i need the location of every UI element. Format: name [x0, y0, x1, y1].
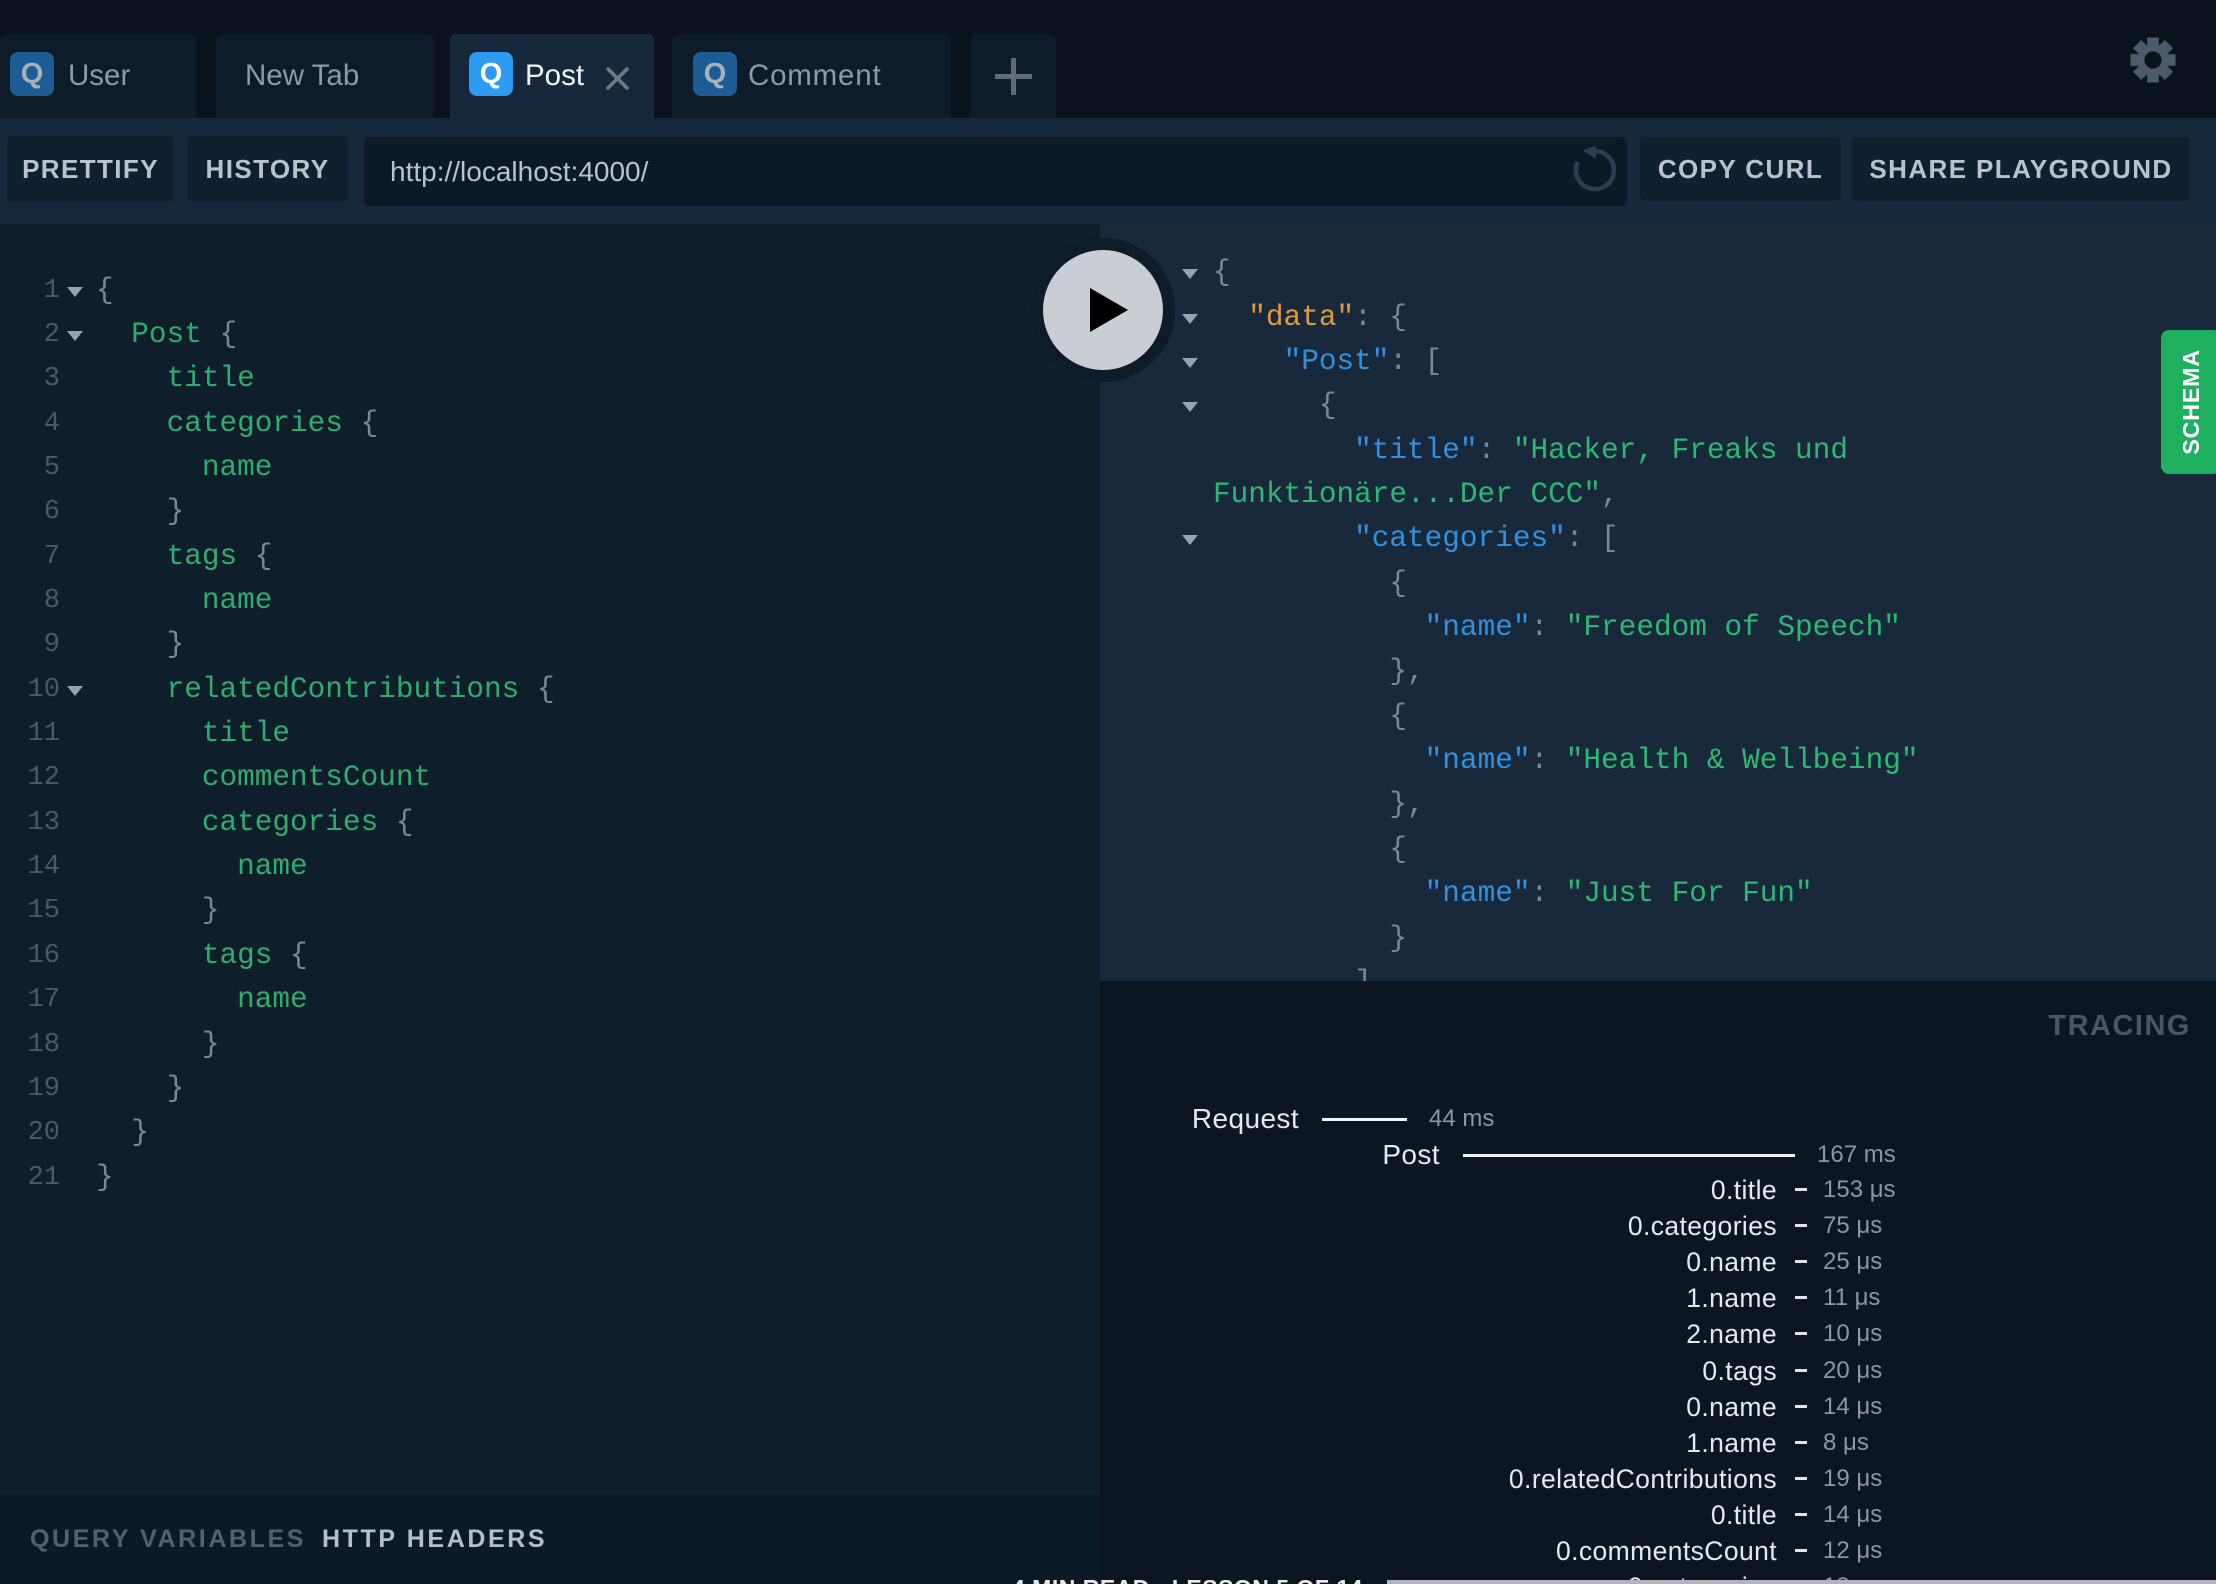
svg-text:SCHEMA: SCHEMA — [2178, 349, 2204, 454]
